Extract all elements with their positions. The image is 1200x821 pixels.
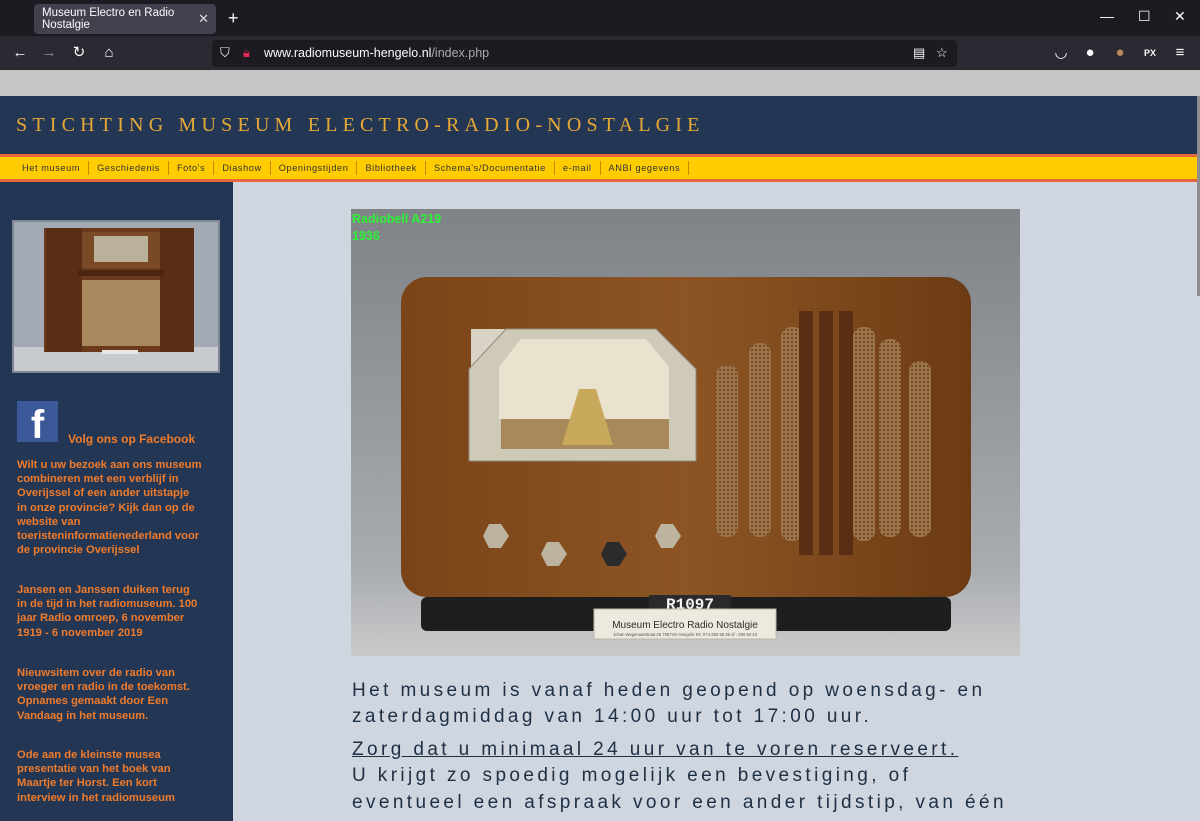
maximize-icon[interactable]: ☐ [1138, 8, 1151, 25]
menu-item-bibliotheek[interactable]: Bibliotheek [357, 161, 426, 175]
forward-icon[interactable]: → [39, 43, 59, 63]
close-tab-icon[interactable]: ✕ [198, 11, 209, 27]
opening-hours-line-1: Het museum is vanaf heden geopend op woe… [352, 680, 986, 701]
shield-icon[interactable]: ⛉ [220, 45, 230, 61]
confirmation-line-2: eventueel een afspraak voor een ander ti… [352, 792, 1007, 813]
page-top-strip [0, 70, 1200, 96]
site-title: STICHTING MUSEUM ELECTRO-RADIO-NOSTALGIE [16, 114, 705, 136]
url-text[interactable]: www.radiomuseum-hengelo.nl/index.php [264, 46, 489, 60]
menu-item-fotos[interactable]: Foto's [169, 161, 215, 175]
hero-plate-title: Museum Electro Radio Nostalgie [612, 620, 758, 631]
menu-item-geschiedenis[interactable]: Geschiedenis [89, 161, 169, 175]
hero-radio-image: R1097 Museum Electro Radio Nostalgie Joh… [351, 209, 1020, 656]
sidebar: f Volg ons op Facebook Wilt u uw bezoek … [0, 182, 233, 821]
tab-title: Museum Electro en Radio Nostalgie [42, 7, 175, 31]
sidebar-radio-photo[interactable] [12, 220, 220, 373]
menu-item-museum[interactable]: Het museum [14, 161, 90, 175]
sidebar-link-nieuwsitem[interactable]: Nieuwsitem over de radio van vroeger en … [17, 666, 202, 723]
main-menu: Het museum Geschiedenis Foto's Diashow O… [0, 154, 1198, 182]
back-icon[interactable]: ← [10, 43, 30, 63]
menu-item-anbi[interactable]: ANBI gegevens [601, 161, 690, 175]
home-icon[interactable]: ⌂ [99, 43, 119, 63]
lock-icon[interactable]: 🔒︎ [243, 45, 250, 61]
sidebar-link-jansen[interactable]: Jansen en Janssen duiken terug in de tij… [17, 583, 202, 640]
profile-icon[interactable]: ● [1080, 43, 1100, 63]
window-close-icon[interactable]: ✕ [1174, 8, 1186, 25]
new-tab-icon[interactable]: + [228, 8, 239, 28]
menu-item-schemas[interactable]: Schema's/Documentatie [426, 161, 555, 175]
menu-item-diashow[interactable]: Diashow [214, 161, 271, 175]
extension-icon[interactable]: ● [1110, 43, 1130, 63]
sidebar-link-toerisme[interactable]: Wilt u uw bezoek aan ons museum combiner… [17, 458, 202, 557]
hero-caption-year: 1936 [352, 229, 380, 243]
browser-tab[interactable]: Museum Electro en Radio Nostalgie ✕ [34, 4, 216, 34]
site-header: STICHTING MUSEUM ELECTRO-RADIO-NOSTALGIE [0, 96, 1198, 154]
pocket-icon[interactable]: ◡ [1051, 43, 1071, 63]
facebook-icon[interactable]: f [17, 401, 58, 442]
menu-item-email[interactable]: e-mail [555, 161, 601, 175]
menu-item-openingstijden[interactable]: Openingstijden [271, 161, 358, 175]
px-extension-icon[interactable]: PX [1140, 43, 1160, 63]
confirmation-line-1: U krijgt zo spoedig mogelijk een bevesti… [352, 765, 912, 786]
opening-hours-line-2: zaterdagmiddag van 14:00 uur tot 17:00 u… [352, 706, 873, 727]
hero-caption-model: Radiobell A219 [352, 212, 442, 226]
minimize-icon[interactable]: — [1100, 8, 1114, 24]
reload-icon[interactable]: ↻ [69, 43, 89, 63]
web-page: STICHTING MUSEUM ELECTRO-RADIO-NOSTALGIE… [0, 70, 1200, 821]
reservation-link[interactable]: Zorg dat u minimaal 24 uur van te voren … [352, 737, 1092, 764]
bookmark-star-icon[interactable]: ☆ [936, 45, 948, 61]
menu-icon[interactable]: ≡ [1170, 43, 1190, 63]
browser-tab-bar: Museum Electro en Radio Nostalgie ✕ + — … [0, 0, 1200, 36]
facebook-link[interactable]: Volg ons op Facebook [68, 432, 195, 446]
reader-view-icon[interactable]: ▤ [913, 45, 925, 61]
hero-caption: Radiobell A219 1936 [352, 211, 441, 245]
hero-plate-subtitle: Johan Wagenaarstraat 26 7557VH Hengelo T… [613, 632, 758, 637]
sidebar-link-ode[interactable]: Ode aan de kleinste musea presentatie va… [17, 748, 202, 805]
